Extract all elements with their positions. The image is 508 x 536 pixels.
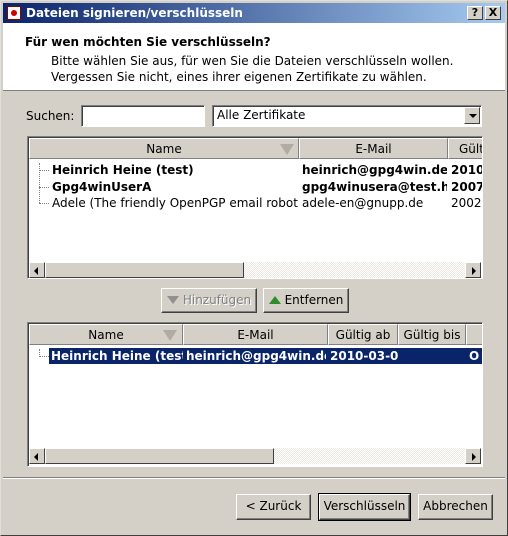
row-name: Adele (The friendly OpenPGP email robot) <box>52 196 298 210</box>
scroll-right-button[interactable] <box>465 262 481 278</box>
column-header-extra[interactable] <box>466 324 482 345</box>
row-valid-from: 2010 <box>451 163 483 177</box>
back-button[interactable]: < Zurück <box>236 494 311 520</box>
row-email: heinrich@gpg4win.de <box>186 349 326 363</box>
tree-connector <box>39 170 49 171</box>
certificate-filter-select[interactable]: Alle Zertifikate <box>212 105 482 127</box>
horizontal-scrollbar[interactable] <box>29 448 481 464</box>
row-name: Heinrich Heine (test) <box>52 163 194 177</box>
window-title: Dateien signieren/verschlüsseln <box>26 6 243 20</box>
arrow-down-icon <box>166 295 179 304</box>
add-button[interactable]: Hinzufügen <box>161 288 257 313</box>
page-title: Für wen möchten Sie verschlüsseln? <box>25 35 271 49</box>
search-input[interactable] <box>81 105 205 127</box>
available-certificates-table[interactable]: Name E-Mail Gülti Heinrich Heine (test) … <box>27 136 483 279</box>
column-header-valid-to[interactable]: Gültig bis <box>398 324 466 345</box>
footer-divider <box>3 477 505 479</box>
row-email: adele-en@gnupp.de <box>302 196 424 210</box>
arrow-right-icon <box>472 453 476 461</box>
search-label: Suchen: <box>26 109 75 123</box>
arrow-up-icon <box>268 295 281 304</box>
arrow-left-icon <box>34 453 38 461</box>
page-subtitle-line1: Bitte wählen Sie aus, für wen Sie die Da… <box>51 54 454 68</box>
scroll-left-button[interactable] <box>29 448 45 464</box>
column-header-email[interactable]: E-Mail <box>183 324 328 345</box>
table-row[interactable]: Heinrich Heine (test) heinrich@gpg4win.d… <box>49 348 482 364</box>
arrow-right-icon <box>472 267 476 275</box>
help-button[interactable]: ? <box>467 6 483 20</box>
column-header-email[interactable]: E-Mail <box>299 138 448 159</box>
row-valid-from: 2007 <box>451 180 483 194</box>
cancel-button[interactable]: Abbrechen <box>418 494 493 520</box>
row-valid-to <box>399 348 465 364</box>
close-button[interactable]: X <box>485 6 501 20</box>
tree-connector <box>39 356 49 357</box>
dropdown-button[interactable] <box>464 107 480 124</box>
certificate-filter-value: Alle Zertifikate <box>217 108 306 122</box>
row-email: gpg4winusera@test.hq <box>302 180 447 194</box>
column-header-name[interactable]: Name <box>29 324 183 345</box>
chevron-down-icon <box>469 114 477 118</box>
dialog-window: Dateien signieren/verschlüsseln ? X Für … <box>0 0 508 536</box>
sort-icon <box>163 330 177 341</box>
row-extra: O <box>469 349 480 363</box>
scroll-left-button[interactable] <box>29 262 45 278</box>
column-header-valid-from[interactable]: Gülti <box>448 138 482 159</box>
encrypt-button[interactable]: Verschlüsseln <box>318 493 411 521</box>
sort-icon <box>280 144 294 155</box>
row-name: Heinrich Heine (test) <box>51 349 183 363</box>
row-valid-from: 2010-03-05 <box>330 349 398 363</box>
tree-connector <box>39 187 49 188</box>
column-header-name[interactable]: Name <box>29 138 299 159</box>
row-valid-from: 2002 <box>451 196 482 210</box>
tree-connector <box>39 163 40 203</box>
column-header-valid-from[interactable]: Gültig ab <box>328 324 398 345</box>
remove-button[interactable]: Entfernen <box>263 288 349 313</box>
app-icon <box>7 6 21 20</box>
selected-recipients-table[interactable]: Name E-Mail Gültig ab Gültig bis Heinric… <box>27 322 483 467</box>
title-bar: Dateien signieren/verschlüsseln ? X <box>3 3 505 23</box>
row-email: heinrich@gpg4win.de <box>302 163 447 177</box>
scrollbar-thumb[interactable] <box>45 448 274 464</box>
horizontal-scrollbar[interactable] <box>29 262 481 278</box>
scrollbar-thumb[interactable] <box>45 262 244 278</box>
row-name: Gpg4winUserA <box>52 180 152 194</box>
scroll-right-button[interactable] <box>465 448 481 464</box>
wizard-header: Für wen möchten Sie verschlüsseln? Bitte… <box>3 23 505 91</box>
tree-connector <box>39 203 49 204</box>
arrow-left-icon <box>34 267 38 275</box>
page-subtitle-line2: Vergessen Sie nicht, eines ihrer eigenen… <box>51 70 427 84</box>
